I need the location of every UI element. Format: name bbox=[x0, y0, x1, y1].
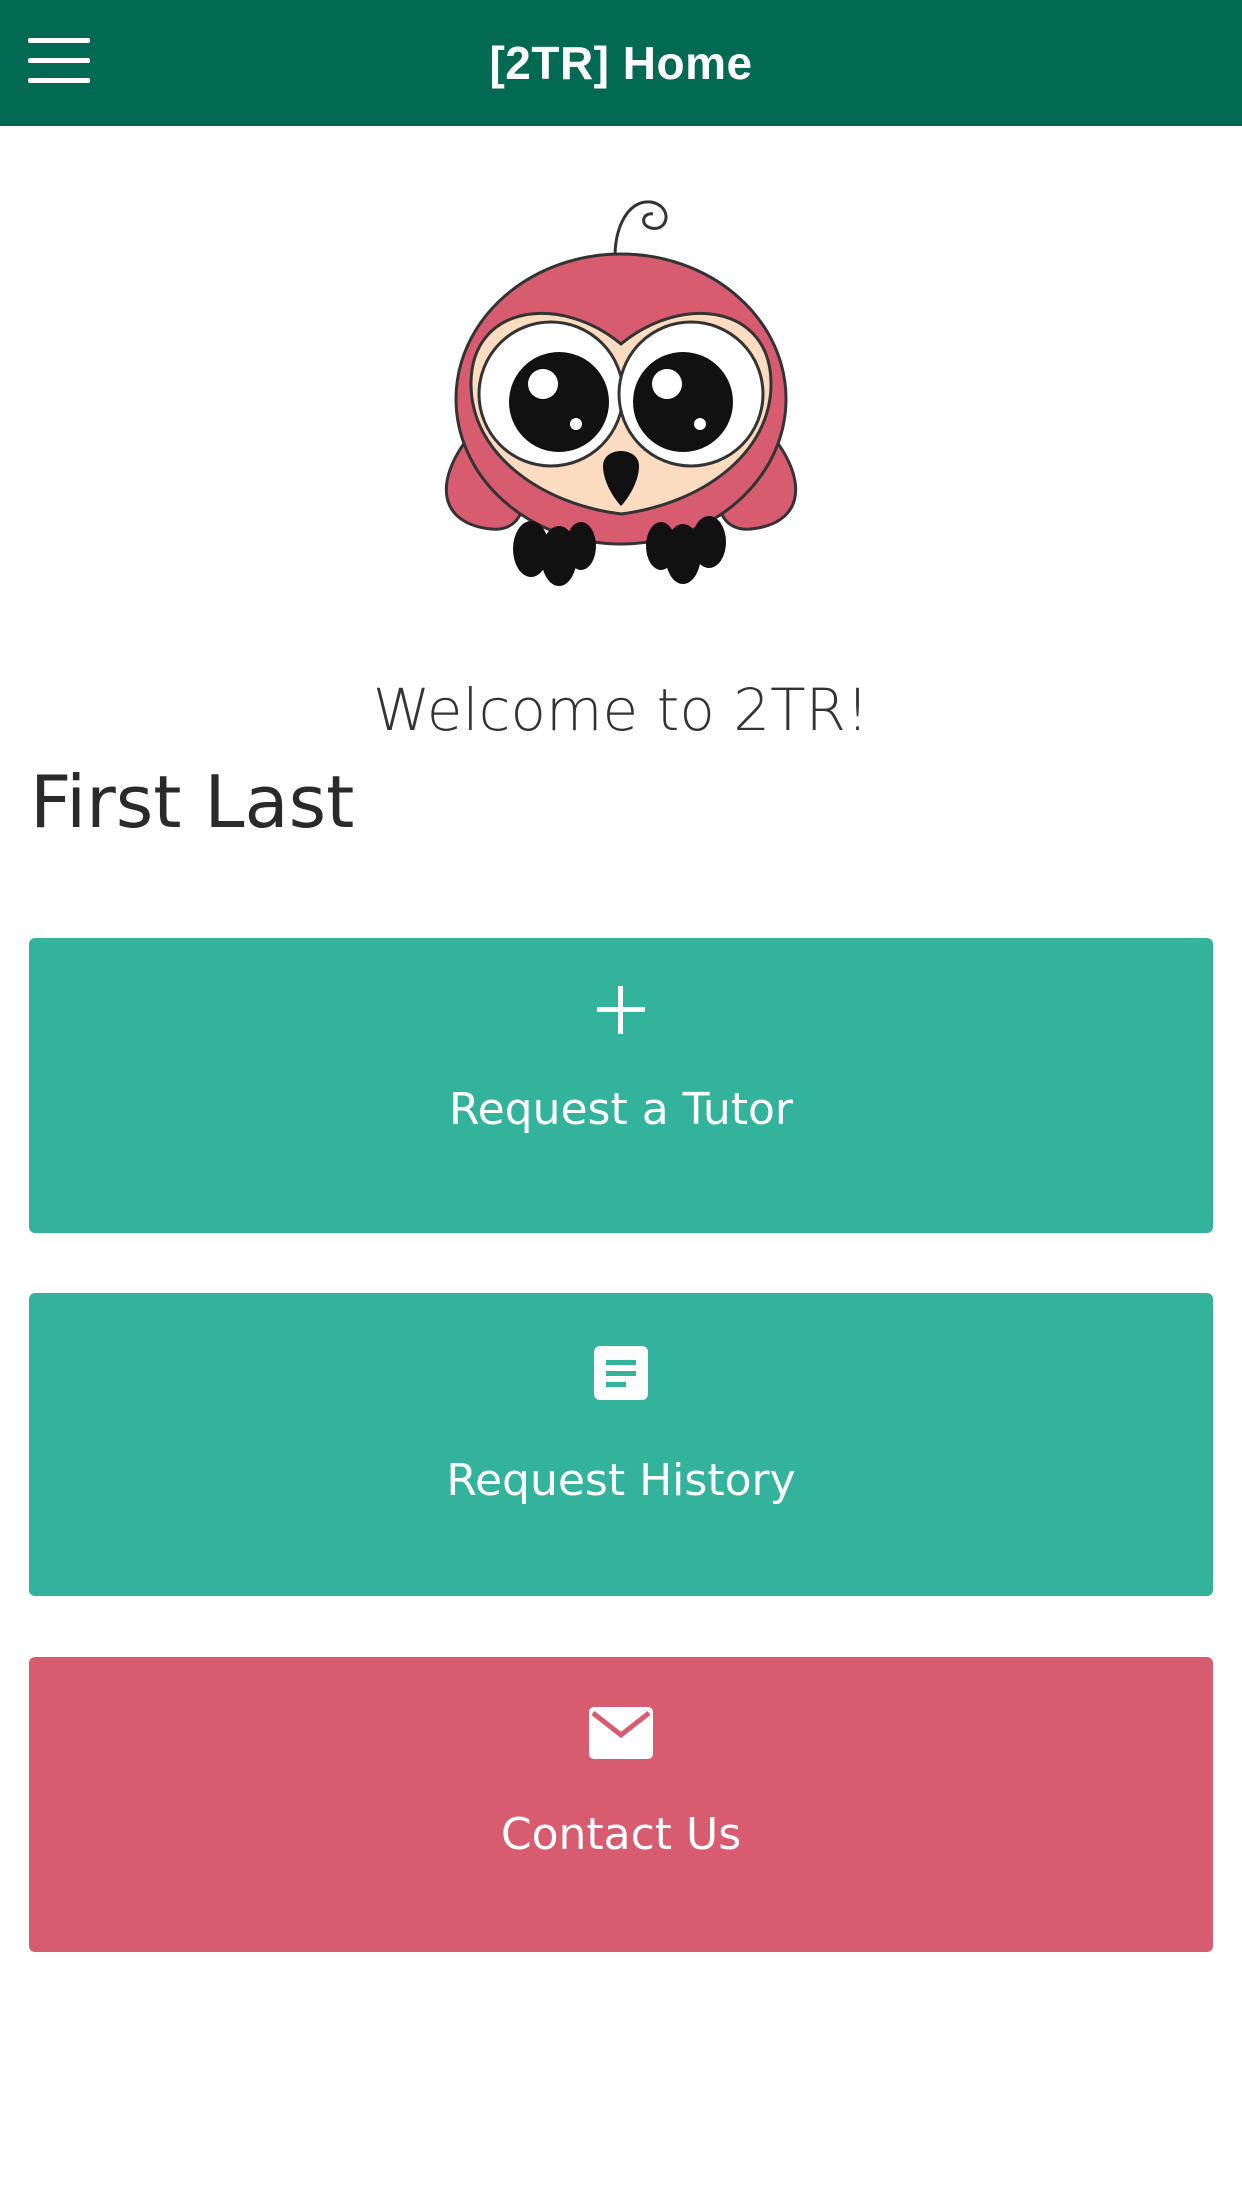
page-title: [2TR] Home bbox=[489, 37, 753, 89]
hamburger-menu-icon-line bbox=[28, 58, 90, 63]
request-history-label: Request History bbox=[446, 1455, 796, 1506]
request-history-button[interactable]: Request History bbox=[29, 1293, 1213, 1596]
welcome-message: Welcome to 2TR! bbox=[372, 676, 870, 744]
app-bar: [2TR] Home bbox=[0, 0, 1242, 126]
envelope-icon bbox=[587, 1695, 655, 1771]
plus-icon bbox=[591, 972, 651, 1048]
request-tutor-button[interactable]: Request a Tutor bbox=[29, 938, 1213, 1233]
owl-mascot-image bbox=[411, 184, 831, 604]
contact-us-button[interactable]: Contact Us bbox=[29, 1657, 1213, 1952]
request-tutor-label: Request a Tutor bbox=[448, 1084, 793, 1135]
hamburger-menu-icon bbox=[28, 38, 90, 43]
hamburger-menu-icon-line bbox=[28, 78, 90, 83]
menu-button[interactable] bbox=[28, 38, 90, 86]
contact-us-label: Contact Us bbox=[500, 1809, 742, 1860]
user-name: First Last bbox=[30, 760, 355, 844]
document-icon bbox=[590, 1335, 652, 1411]
